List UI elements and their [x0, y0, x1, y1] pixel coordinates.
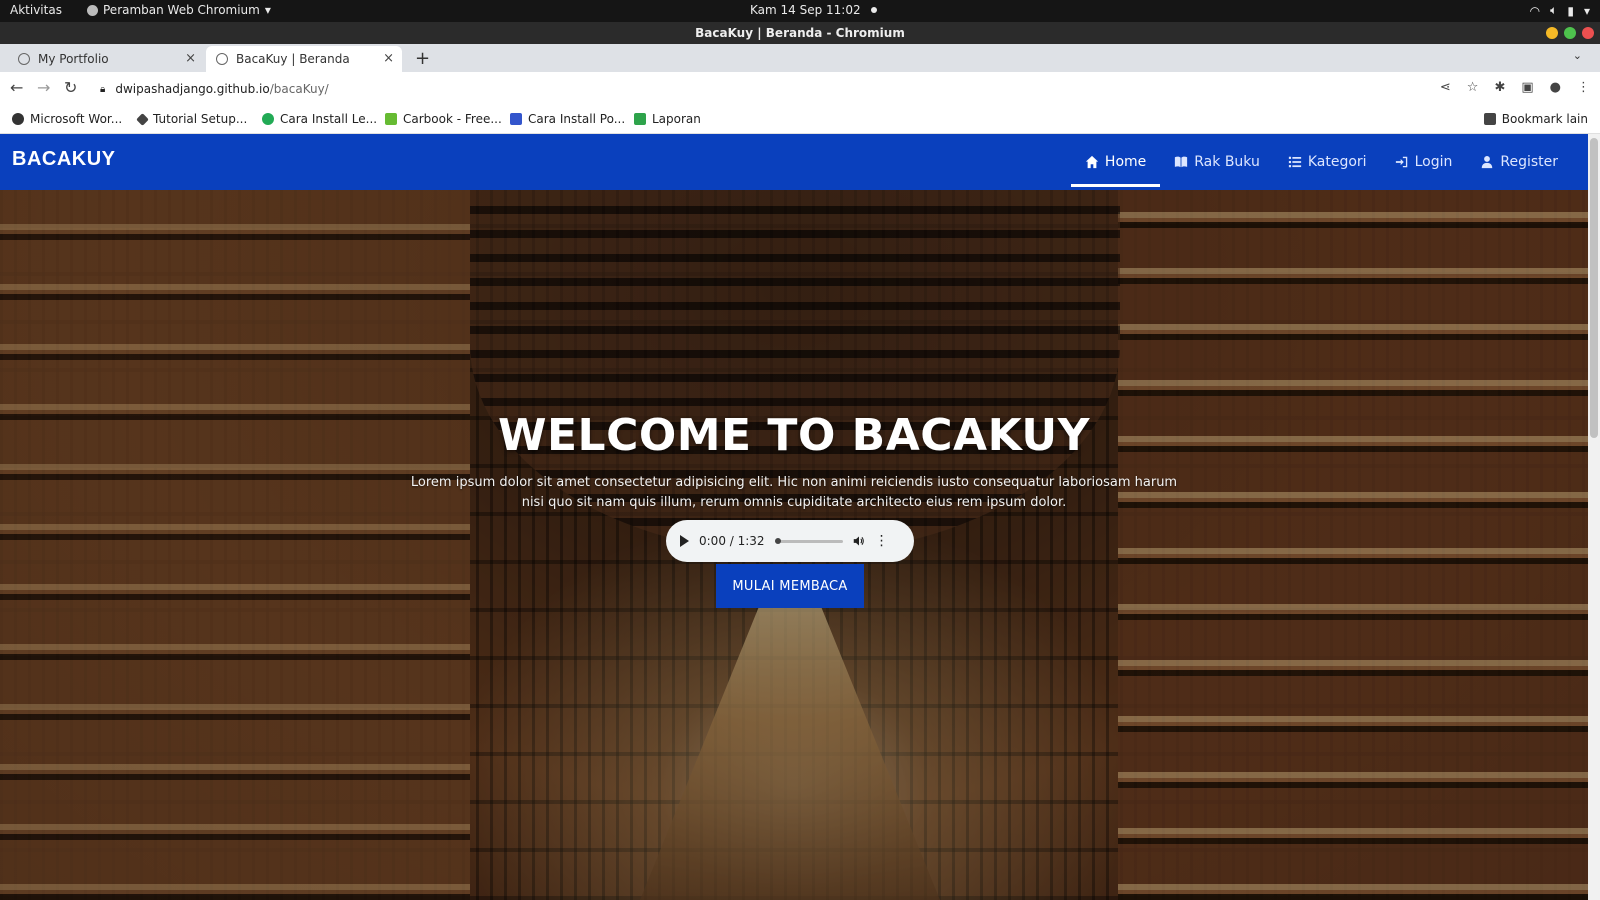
battery-icon: ▮: [1567, 3, 1574, 18]
hero-title: WELCOME TO BACAKUY: [497, 410, 1091, 461]
scrollbar-thumb[interactable]: [1590, 138, 1598, 438]
reload-icon[interactable]: ↻: [64, 78, 77, 97]
vue-icon: [634, 113, 646, 125]
nav-login[interactable]: Login: [1381, 134, 1467, 190]
list-icon: [1288, 156, 1301, 168]
bookmark-item[interactable]: Cara Install Po...: [510, 112, 625, 126]
nav-kategori[interactable]: Kategori: [1274, 134, 1381, 190]
extensions-icon[interactable]: ✱: [1494, 80, 1505, 95]
window-title: BacaKuy | Beranda - Chromium: [695, 26, 905, 40]
activities-button[interactable]: Aktivitas: [10, 3, 62, 17]
address-bar[interactable]: 🔒︎ dwipashadjango.github.io/bacaKuy/: [92, 76, 1492, 102]
notification-dot: [870, 7, 877, 13]
book-icon: [1175, 156, 1188, 168]
tab-search-chevron-icon[interactable]: ⌄: [1573, 49, 1582, 62]
login-icon: [1395, 156, 1407, 168]
user-icon: [1482, 156, 1493, 169]
hero-overlay: [0, 134, 1588, 900]
minimize-button[interactable]: [1546, 27, 1558, 39]
toolbar-actions: ⋖ ☆ ✱ ▣ ● ⋮: [1440, 80, 1590, 95]
folder-icon: [1483, 113, 1496, 125]
nav-rak-buku[interactable]: Rak Buku: [1160, 134, 1274, 190]
wifi-icon: ◠: [1529, 3, 1541, 18]
clock-label: Kam 14 Sep 11:02: [750, 3, 861, 17]
nav-home[interactable]: Home: [1070, 134, 1161, 190]
tab-strip: My Portfolio × BacaKuy | Beranda ×: [0, 44, 1600, 72]
other-bookmarks[interactable]: Bookmark lain: [1483, 112, 1588, 126]
volume-icon[interactable]: [853, 535, 865, 547]
menu-icon[interactable]: ⋮: [1577, 80, 1590, 95]
diamond-icon: [136, 112, 149, 126]
side-panel-icon[interactable]: ▣: [1521, 80, 1533, 95]
bookmark-item[interactable]: Tutorial Setup...: [136, 112, 247, 126]
forward-icon[interactable]: →: [37, 78, 50, 97]
tab-title: BacaKuy | Beranda: [236, 52, 350, 66]
app-menu-label: Peramban Web Chromium: [103, 3, 260, 17]
profile-icon[interactable]: ●: [1550, 80, 1561, 95]
hero-content: WELCOME TO BACAKUY Lorem ipsum dolor sit…: [0, 410, 1588, 513]
globe-icon: [18, 53, 30, 65]
system-top-bar: Aktivitas Peramban Web Chromium ▾ Kam 14…: [0, 0, 1600, 22]
play-icon[interactable]: [680, 535, 689, 547]
nav-links: Home Rak Buku Kategori Login Register: [1070, 134, 1572, 190]
hero-background-image: [0, 134, 1588, 900]
hero-description: Lorem ipsum dolor sit amet consectetur a…: [410, 475, 1178, 510]
app-menu[interactable]: Peramban Web Chromium ▾: [87, 3, 271, 17]
chevron-down-icon: ▾: [264, 3, 271, 17]
audio-time: 0:00 / 1:32: [699, 534, 765, 548]
close-tab-icon[interactable]: ×: [185, 51, 196, 66]
url-text: dwipashadjango.github.io/bacaKuy/: [115, 82, 329, 96]
bookmark-star-icon[interactable]: ☆: [1467, 80, 1479, 95]
volume-icon: 🔈︎: [1550, 3, 1558, 17]
share-icon[interactable]: ⋖: [1440, 80, 1451, 95]
page-viewport: BACAKUY Home Rak Buku Kategori Login Reg…: [0, 134, 1588, 900]
chromium-icon: [87, 4, 98, 16]
new-tab-button[interactable]: +: [415, 48, 430, 69]
window-controls: [1546, 27, 1594, 39]
spinner-icon: [262, 113, 274, 125]
tab-bacakuy[interactable]: BacaKuy | Beranda ×: [206, 46, 402, 72]
maximize-button[interactable]: [1564, 27, 1576, 39]
leaf-icon: [385, 113, 397, 125]
browser-toolbar: ← → ↻ 🔒︎ dwipashadjango.github.io/bacaKu…: [0, 72, 1600, 106]
site-icon: [510, 113, 522, 125]
start-reading-button[interactable]: MULAI MEMBACA: [716, 564, 864, 608]
site-brand[interactable]: BACAKUY: [12, 148, 116, 171]
audio-seek-bar[interactable]: [774, 537, 843, 544]
github-icon: [12, 113, 24, 125]
home-icon: [1085, 155, 1099, 169]
more-options-icon[interactable]: ⋮: [875, 534, 889, 548]
system-tray[interactable]: ◠ 🔈︎ ▮ ▾: [1530, 3, 1590, 18]
bookmarks-bar: Microsoft Wor... Tutorial Setup... Cara …: [0, 106, 1600, 134]
page-scrollbar[interactable]: [1588, 134, 1600, 900]
tab-title: My Portfolio: [38, 52, 109, 66]
bookmark-item[interactable]: Laporan: [634, 112, 701, 126]
window-title-bar[interactable]: BacaKuy | Beranda - Chromium: [0, 22, 1600, 44]
close-tab-icon[interactable]: ×: [383, 51, 394, 66]
nav-register[interactable]: Register: [1466, 134, 1572, 190]
audio-player[interactable]: 0:00 / 1:32 ⋮: [666, 520, 914, 562]
close-window-button[interactable]: [1582, 27, 1594, 39]
back-icon[interactable]: ←: [10, 78, 23, 97]
chevron-down-icon: ▾: [1583, 3, 1590, 18]
bookmark-item[interactable]: Microsoft Wor...: [12, 112, 122, 126]
site-navbar: BACAKUY Home Rak Buku Kategori Login Reg…: [0, 134, 1588, 190]
clock[interactable]: Kam 14 Sep 11:02: [750, 3, 877, 17]
lock-icon[interactable]: 🔒︎: [100, 84, 105, 95]
globe-icon: [216, 53, 228, 65]
bookmark-item[interactable]: Cara Install Le...: [262, 112, 377, 126]
tab-my-portfolio[interactable]: My Portfolio ×: [8, 46, 204, 72]
bookmark-item[interactable]: Carbook - Free...: [385, 112, 502, 126]
